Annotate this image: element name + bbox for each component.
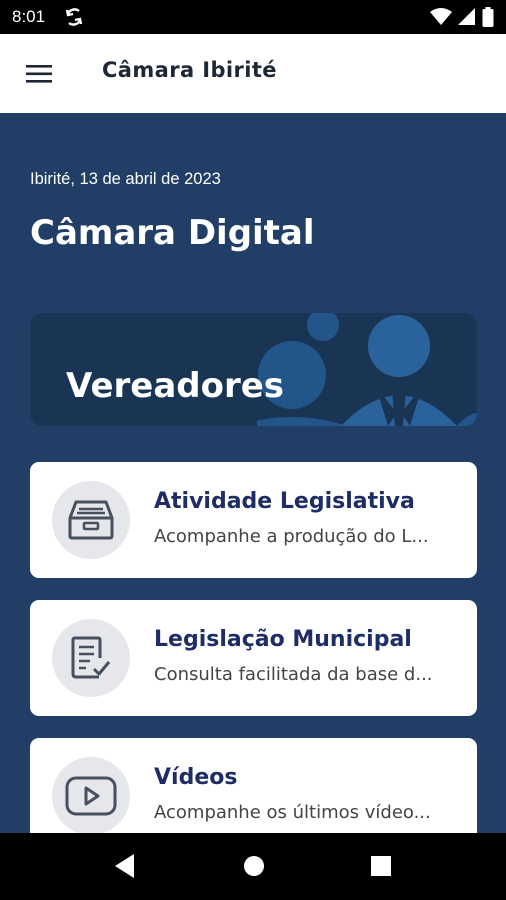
sync-icon bbox=[64, 6, 84, 32]
system-nav-bar bbox=[0, 833, 506, 900]
signal-icon bbox=[458, 8, 476, 30]
app-title: Câmara Ibirité bbox=[102, 58, 277, 82]
vereadores-banner[interactable]: Vereadores bbox=[30, 313, 477, 426]
card-title: Vídeos bbox=[154, 765, 238, 790]
card-videos[interactable]: Vídeos Acompanhe os últimos vídeo... bbox=[30, 738, 477, 833]
document-check-icon bbox=[52, 619, 130, 697]
home-icon[interactable] bbox=[242, 853, 266, 883]
status-bar: 8:01 bbox=[0, 0, 506, 34]
card-title: Atividade Legislativa bbox=[154, 489, 415, 514]
card-subtitle: Consulta facilitada da base d... bbox=[154, 664, 433, 685]
wifi-icon bbox=[430, 8, 452, 30]
main-content[interactable]: Ibirité, 13 de abril de 2023 Câmara Digi… bbox=[0, 113, 506, 833]
app-bar: Câmara Ibirité bbox=[0, 34, 506, 113]
hamburger-menu-icon[interactable] bbox=[22, 59, 56, 89]
card-atividade-legislativa[interactable]: Atividade Legislativa Acompanhe a produç… bbox=[30, 462, 477, 578]
back-icon[interactable] bbox=[113, 853, 137, 883]
card-subtitle: Acompanhe a produção do L... bbox=[154, 526, 429, 547]
status-time: 8:01 bbox=[12, 7, 46, 26]
card-legislacao-municipal[interactable]: Legislação Municipal Consulta facilitada… bbox=[30, 600, 477, 716]
banner-label: Vereadores bbox=[66, 366, 285, 406]
page-title: Câmara Digital bbox=[30, 213, 315, 253]
recents-icon[interactable] bbox=[369, 853, 393, 883]
card-subtitle: Acompanhe os últimos vídeo... bbox=[154, 802, 431, 823]
youtube-play-icon bbox=[52, 757, 130, 833]
people-illustration bbox=[257, 313, 477, 426]
inbox-tray-icon bbox=[52, 481, 130, 559]
card-title: Legislação Municipal bbox=[154, 627, 412, 652]
battery-icon bbox=[482, 7, 494, 31]
date-line: Ibirité, 13 de abril de 2023 bbox=[30, 170, 221, 188]
